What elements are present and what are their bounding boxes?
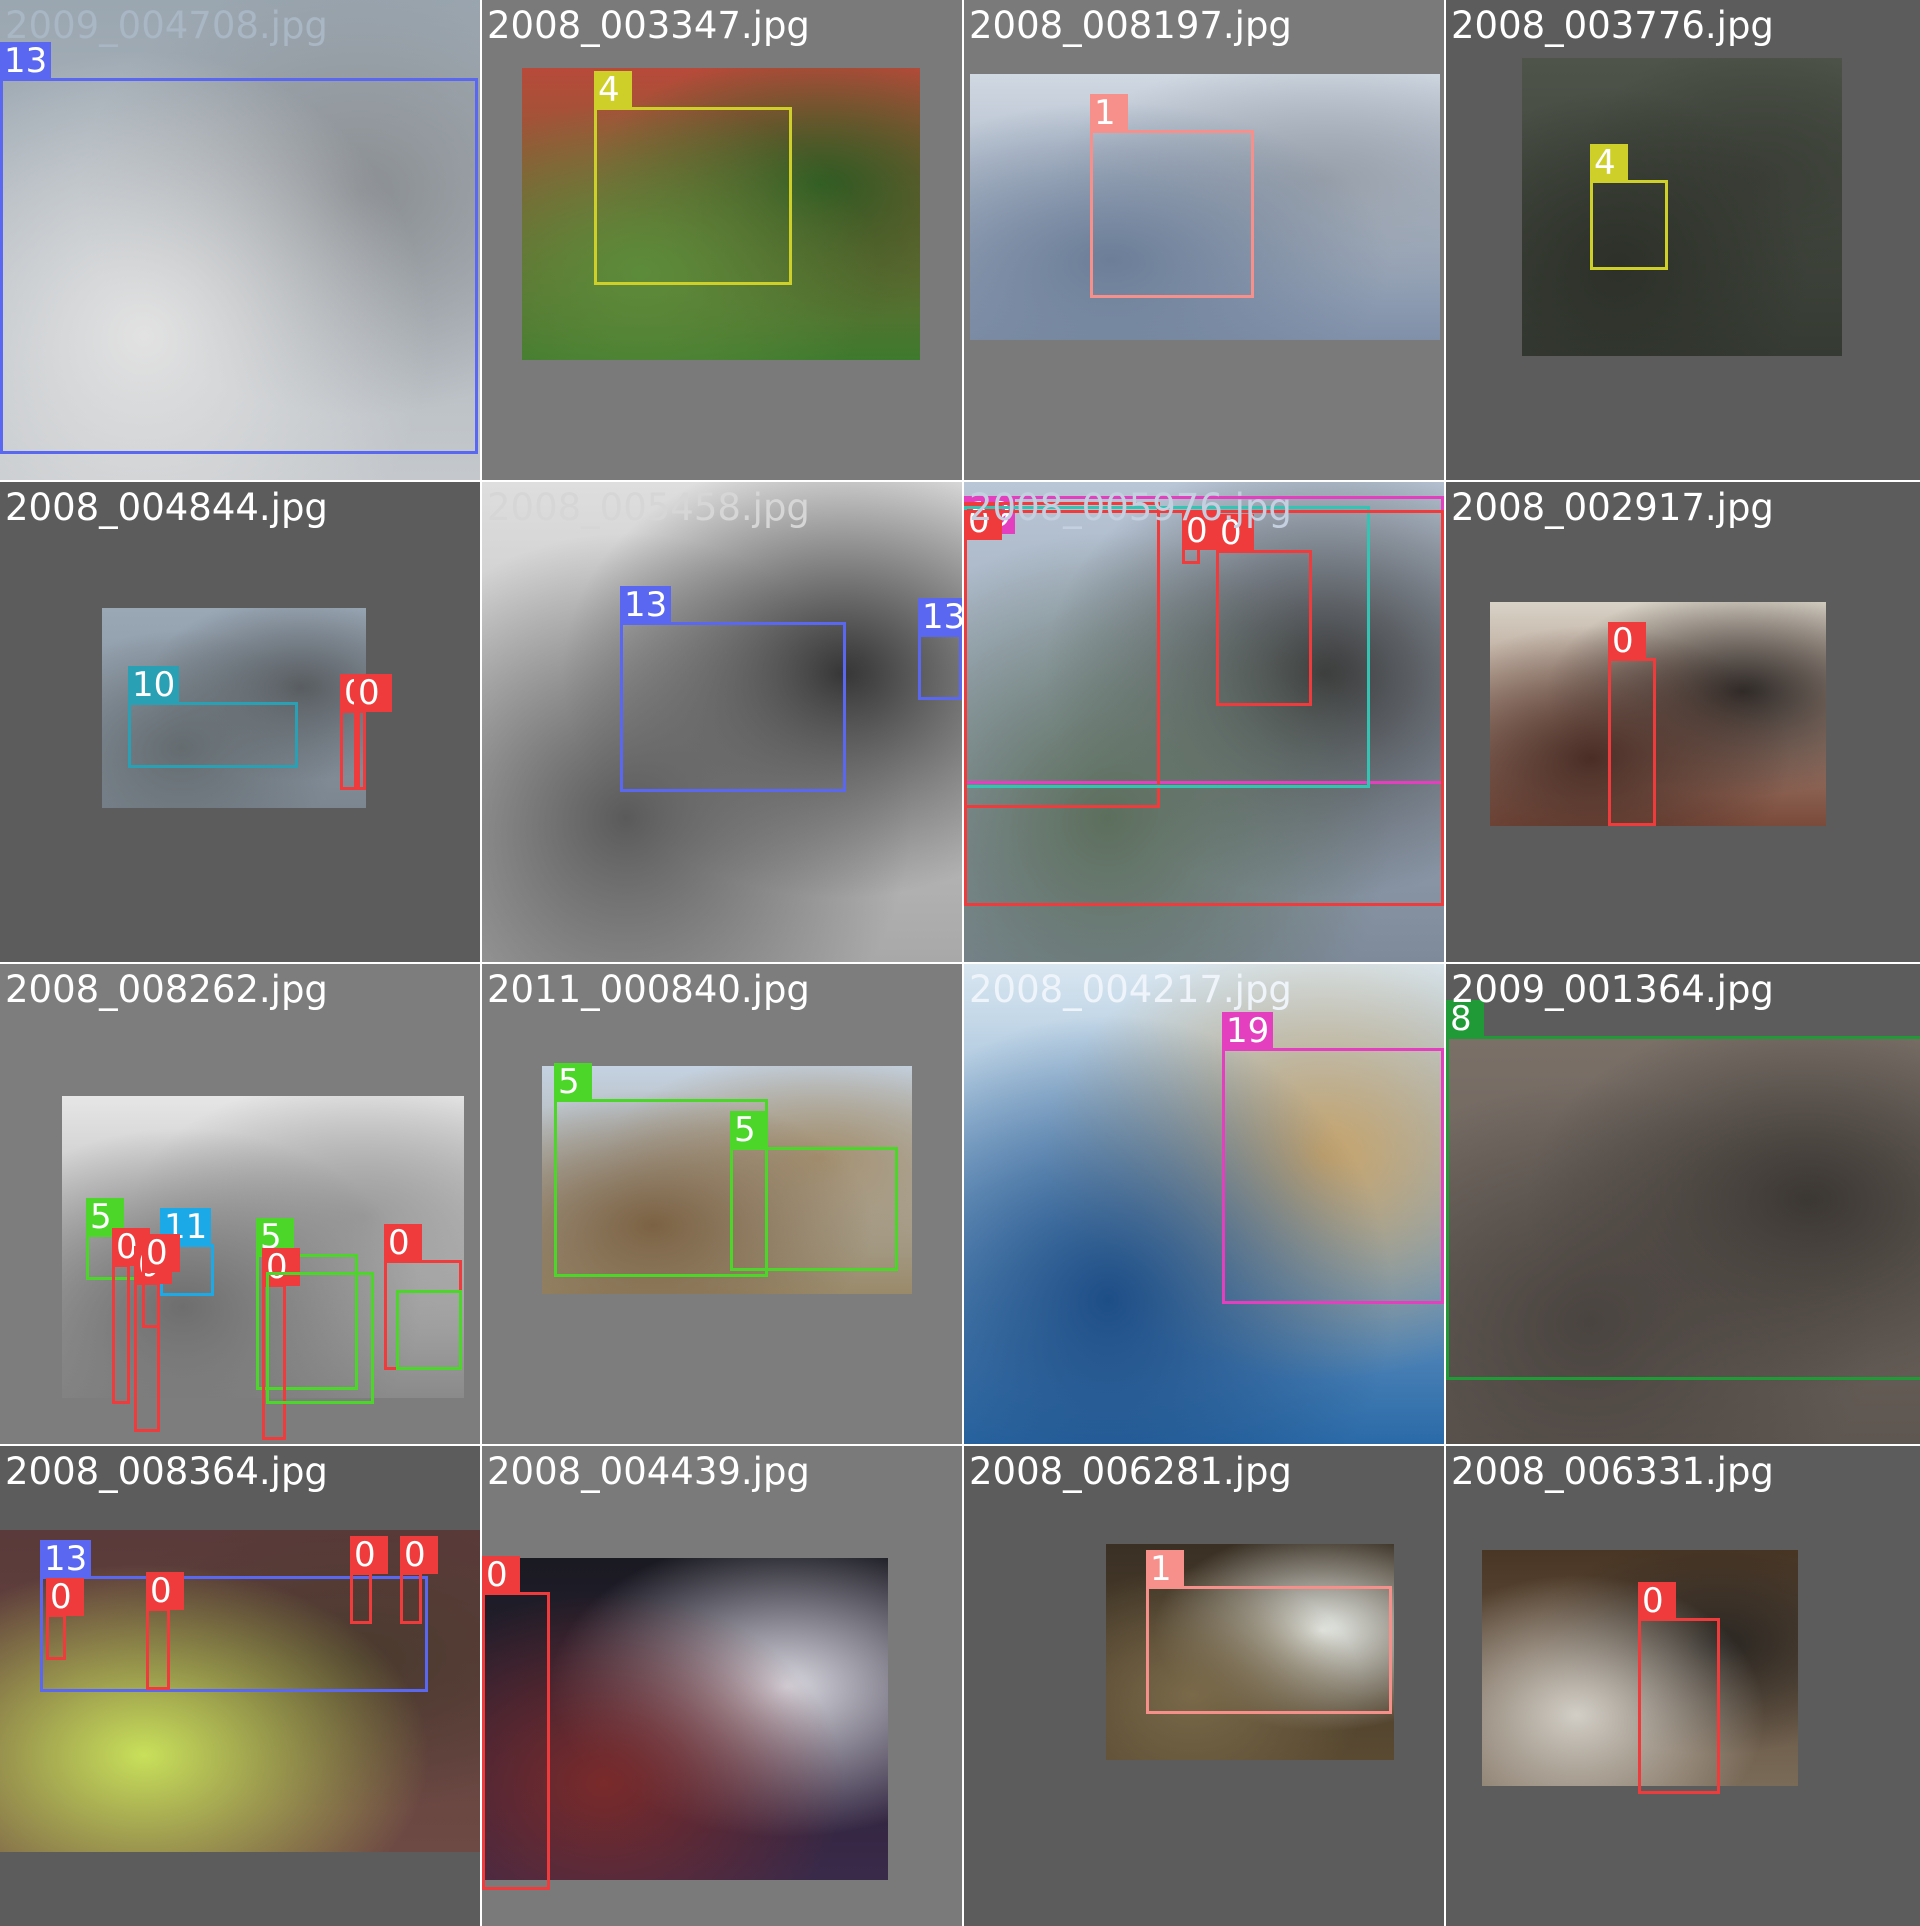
box-class-label: 0 — [146, 1572, 184, 1610]
image-filename: 2008_008262.jpg — [5, 968, 328, 1011]
bounding-box: 1 — [1090, 94, 1254, 298]
tile-9: 5011005002008_008262.jpg — [0, 964, 480, 1444]
image-filename: 2011_000840.jpg — [487, 968, 810, 1011]
box-class-label: 0 — [1638, 1582, 1676, 1620]
tile-3: 1 2008_008197.jpg — [964, 0, 1444, 480]
bounding-box: 0 — [46, 1578, 84, 1660]
tile-16: 0 2008_006331.jpg — [1446, 1446, 1920, 1926]
box-class-label: 0 — [142, 1234, 180, 1272]
image-filename: 2008_003347.jpg — [487, 4, 810, 47]
tile-8: 0 2008_002917.jpg — [1446, 482, 1920, 962]
bounding-box: 4 — [594, 71, 792, 285]
bounding-box: 0 — [1638, 1582, 1720, 1794]
image-filename: 2008_003776.jpg — [1451, 4, 1774, 47]
box-class-label: 0 — [482, 1556, 520, 1594]
photo — [1522, 58, 1842, 356]
bounding-box: 0 — [350, 1536, 388, 1624]
box-class-label: 19 — [1222, 1012, 1274, 1050]
box-class-label: 0 — [400, 1536, 438, 1574]
box-class-label: 0 — [1608, 622, 1646, 660]
image-filename: 2008_004439.jpg — [487, 1450, 810, 1493]
box-class-label: 5 — [554, 1063, 592, 1101]
image-filename: 2008_004217.jpg — [969, 968, 1292, 1011]
tile-6: 13 13 2008_005458.jpg — [482, 482, 962, 962]
image-filename: 2009_001364.jpg — [1451, 968, 1774, 1011]
tile-2: 4 2008_003347.jpg — [482, 0, 962, 480]
bounding-box: 13 — [918, 598, 962, 700]
box-class-label: 13 — [918, 598, 962, 636]
bounding-box: 0 — [1608, 622, 1656, 826]
box-class-label: 0 — [384, 1224, 422, 1262]
tile-15: 1 2008_006281.jpg — [964, 1446, 1444, 1926]
photo — [1490, 602, 1826, 826]
tile-5: 10002008_004844.jpg — [0, 482, 480, 962]
image-filename: 2008_006281.jpg — [969, 1450, 1292, 1493]
tile-14: 0 2008_004439.jpg — [482, 1446, 962, 1926]
bounding-box: 13 — [0, 42, 478, 454]
image-filename: 2008_004844.jpg — [5, 486, 328, 529]
box-class-label: 1 — [1090, 94, 1128, 132]
tile-11: 19 2008_004217.jpg — [964, 964, 1444, 1444]
image-filename: 2009_004708.jpg — [5, 4, 328, 47]
box-class-label: 10 — [128, 666, 180, 704]
tile-7: 190002008_005976.jpg — [964, 482, 1444, 962]
box-class-label: 0 — [46, 1578, 84, 1616]
tile-1: 13 2009_004708.jpg — [0, 0, 480, 480]
bounding-box — [964, 510, 1444, 906]
tile-4: 4 2008_003776.jpg — [1446, 0, 1920, 480]
tile-13: 13 0 0 0 0 2008_008364.jpg — [0, 1446, 480, 1926]
bounding-box: 19 — [1222, 1012, 1444, 1304]
box-class-label: 5 — [730, 1111, 768, 1149]
bounding-box: 0 — [146, 1572, 184, 1690]
box-class-label: 0 — [354, 674, 392, 712]
image-filename: 2008_002917.jpg — [1451, 486, 1774, 529]
tile-10: 5 5 2011_000840.jpg — [482, 964, 962, 1444]
box-class-label: 4 — [1590, 144, 1628, 182]
bounding-box: 10 — [128, 666, 298, 768]
tile-12: 8 2009_001364.jpg — [1446, 964, 1920, 1444]
bounding-box — [396, 1290, 462, 1370]
box-class-label: 0 — [350, 1536, 388, 1574]
bounding-box: 0 — [400, 1536, 438, 1624]
image-filename: 2008_006331.jpg — [1451, 1450, 1774, 1493]
box-class-label: 13 — [620, 586, 672, 624]
box-class-label: 1 — [1146, 1550, 1184, 1588]
box-class-label: 13 — [40, 1540, 92, 1578]
image-mosaic: 13 2009_004708.jpg 4 2008_003347.jpg 1 2008_0… — [0, 0, 1920, 1926]
bounding-box: 0 — [354, 674, 392, 790]
image-filename: 2008_008364.jpg — [5, 1450, 328, 1493]
bounding-box: 0 — [112, 1228, 150, 1404]
bounding-box: 8 — [1446, 1000, 1920, 1380]
bounding-box: 5 — [730, 1111, 898, 1271]
bounding-box: 4 — [1590, 144, 1668, 270]
bounding-box — [266, 1272, 374, 1404]
image-filename: 2008_008197.jpg — [969, 4, 1292, 47]
bounding-box: 1 — [1146, 1550, 1392, 1714]
bounding-box: 0 — [142, 1234, 180, 1328]
image-filename: 2008_005976.jpg — [969, 486, 1292, 529]
image-filename: 2008_005458.jpg — [487, 486, 810, 529]
bounding-box: 13 — [620, 586, 846, 792]
bounding-box: 0 — [482, 1556, 550, 1890]
box-class-label: 4 — [594, 71, 632, 109]
